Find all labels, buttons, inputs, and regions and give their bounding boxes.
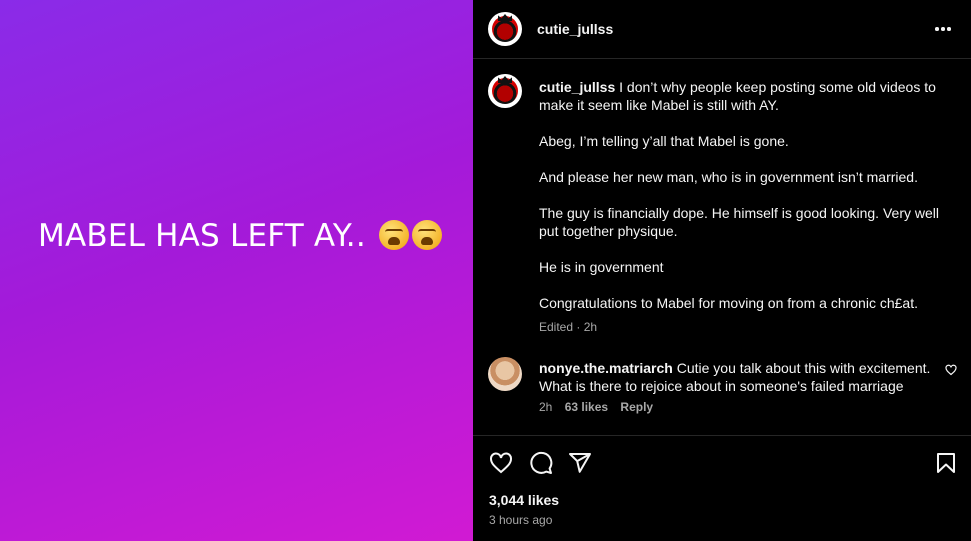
media-text-line: MABEL HAS LEFT AY.. [38, 218, 442, 254]
post-media[interactable]: MABEL HAS LEFT AY.. [0, 0, 473, 541]
caption-body: cutie_jullss I don’t why people keep pos… [539, 78, 944, 336]
caption-username[interactable]: cutie_jullss [539, 79, 615, 95]
avatar[interactable] [488, 12, 522, 46]
heart-icon[interactable] [489, 451, 513, 475]
post-actions: 3,044 likes 3 hours ago [473, 435, 971, 541]
bookmark-icon[interactable] [934, 451, 958, 475]
avatar[interactable] [488, 357, 522, 391]
share-icon[interactable] [568, 451, 592, 475]
comment-time[interactable]: 2h [539, 400, 552, 414]
post-side-panel: cutie_jullss cutie_jullss I don’t why pe… [473, 0, 971, 541]
post-timestamp[interactable]: 3 hours ago [489, 513, 552, 527]
caption-paragraph: He is in government [539, 259, 664, 275]
heart-icon[interactable] [945, 364, 957, 376]
comment-reply-button[interactable]: Reply [620, 400, 653, 414]
emoji-weary-icon [411, 220, 442, 250]
caption-paragraph: The guy is financially dope. He himself … [539, 205, 939, 239]
emoji-weary-icon [378, 220, 409, 250]
caption-meta: Edited · 2h [539, 320, 598, 334]
caption-paragraph: Abeg, I’m telling y’all that Mabel is go… [539, 133, 789, 149]
caption-paragraph: Congratulations to Mabel for moving on f… [539, 295, 918, 311]
header-username[interactable]: cutie_jullss [537, 21, 613, 37]
caption-paragraph: And please her new man, who is in govern… [539, 169, 918, 185]
media-text: MABEL HAS LEFT AY.. [38, 218, 376, 254]
comment-body: nonye.the.matriarch Cutie you talk about… [539, 359, 934, 395]
likes-count[interactable]: 3,044 likes [489, 492, 559, 508]
post-header: cutie_jullss [473, 0, 971, 59]
comment-icon[interactable] [529, 451, 553, 475]
more-icon[interactable] [933, 20, 953, 36]
avatar[interactable] [488, 74, 522, 108]
comment-likes[interactable]: 63 likes [565, 400, 608, 414]
comment-username[interactable]: nonye.the.matriarch [539, 360, 673, 376]
comment-meta: 2h 63 likes Reply [539, 400, 662, 414]
